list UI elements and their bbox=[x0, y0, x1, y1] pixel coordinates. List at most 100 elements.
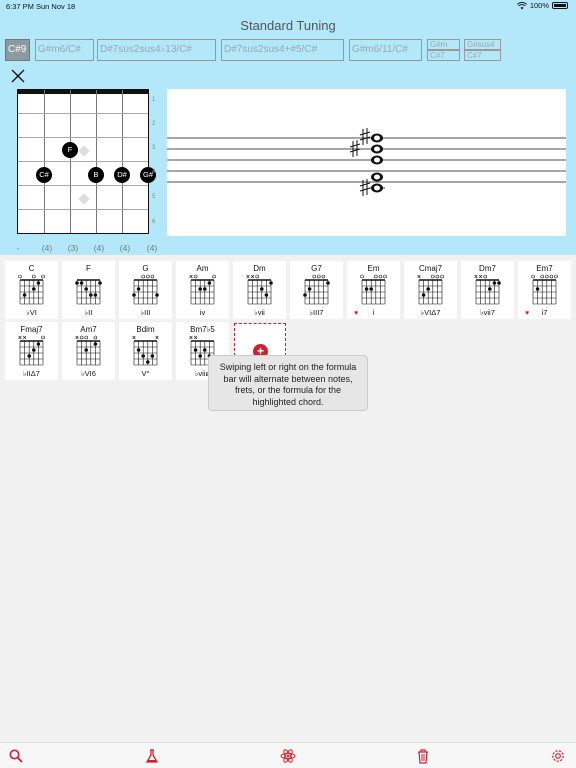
chord-name: Dm7 bbox=[479, 264, 496, 273]
fret-line bbox=[18, 185, 148, 186]
chord-diagram bbox=[189, 274, 216, 305]
chord-diagram bbox=[246, 274, 273, 305]
formula-chip-stacked-bottom[interactable]: C#7 bbox=[427, 50, 460, 61]
fret-number: 4 bbox=[152, 169, 156, 175]
chord-name: Am bbox=[196, 264, 209, 273]
string-fret-label: (3) bbox=[67, 243, 79, 253]
chord-numeral: ♭VIΔ7 bbox=[420, 308, 441, 317]
chord-name: C bbox=[28, 264, 35, 273]
chord-name: Bm7♭5 bbox=[190, 325, 215, 334]
formula-chip[interactable]: G#m6/11/C# bbox=[349, 39, 422, 61]
note-dot[interactable]: D# bbox=[114, 167, 130, 183]
battery-percent: 100% bbox=[529, 1, 549, 10]
chord-cell[interactable]: Cmaj7 ♭VIΔ7 bbox=[404, 261, 457, 319]
fret-marker bbox=[78, 145, 90, 157]
chord-numeral: ♭vii bbox=[254, 308, 265, 317]
fretboard[interactable]: F C# B D# G# bbox=[17, 89, 156, 234]
bottom-toolbar bbox=[0, 742, 576, 768]
chord-diagram bbox=[360, 274, 387, 305]
chord-cell[interactable]: G7 ♭III7 bbox=[290, 261, 343, 319]
fret-line bbox=[18, 209, 148, 210]
status-date: Sun Nov 18 bbox=[36, 2, 76, 11]
chord-name: Am7 bbox=[80, 325, 97, 334]
atom-icon[interactable] bbox=[280, 748, 296, 764]
staff-notation bbox=[167, 89, 566, 236]
fret-marker bbox=[78, 193, 90, 205]
chord-cell[interactable]: G ♭III bbox=[119, 261, 172, 319]
chord-diagram bbox=[75, 335, 101, 366]
chord-cell[interactable]: Fmaj7 ♭IIΔ7 bbox=[5, 322, 58, 380]
chord-cell[interactable]: Am iv bbox=[176, 261, 229, 319]
chord-name: F bbox=[86, 264, 91, 273]
chord-numeral: ♭VI6 bbox=[81, 369, 96, 378]
fret-line bbox=[18, 113, 148, 114]
formula-chip-stacked-top[interactable]: G#m bbox=[427, 39, 460, 50]
formula-chip[interactable]: G#m6/C# bbox=[35, 39, 94, 61]
note-dot[interactable]: C# bbox=[36, 167, 52, 183]
chord-cell[interactable]: Bdim V° bbox=[119, 322, 172, 380]
chord-name: Fmaj7 bbox=[20, 325, 43, 334]
chord-numeral: V° bbox=[141, 369, 150, 378]
chord-diagram bbox=[18, 335, 45, 366]
chord-numeral: ♭IIΔ7 bbox=[23, 369, 40, 378]
note-dot[interactable]: F bbox=[62, 142, 78, 158]
formula-chip-stacked-top[interactable]: G#sus4 bbox=[464, 39, 501, 50]
chord-name: G7 bbox=[311, 264, 322, 273]
chord-name: Dm bbox=[253, 264, 266, 273]
chord-cell[interactable]: Em ♥ i bbox=[347, 261, 400, 319]
close-icon[interactable] bbox=[10, 68, 26, 84]
note-dot[interactable]: B bbox=[88, 167, 104, 183]
fret-number: 5 bbox=[152, 194, 156, 200]
tooltip: Swiping left or right on the formula bar… bbox=[208, 355, 368, 411]
chord-diagram bbox=[474, 274, 501, 305]
battery-icon bbox=[552, 2, 568, 9]
chord-cell[interactable]: Em7 ♥ i7 bbox=[518, 261, 571, 319]
chord-diagram bbox=[132, 335, 159, 366]
chord-name: G bbox=[142, 264, 149, 273]
chord-cell[interactable]: F ♭II bbox=[62, 261, 115, 319]
chord-diagram bbox=[303, 274, 330, 305]
chord-numeral: ♭III7 bbox=[309, 308, 324, 317]
string-fret-label: - bbox=[16, 243, 20, 253]
chord-name: Em7 bbox=[536, 264, 553, 273]
formula-chip[interactable]: D#7sus2sus4+#5/C# bbox=[221, 39, 344, 61]
chord-numeral: ♭III bbox=[140, 308, 151, 317]
string-fret-label: (4) bbox=[146, 243, 158, 253]
chord-cell[interactable]: Dm7 ♭vii7 bbox=[461, 261, 514, 319]
chord-numeral: ♭vii7 bbox=[480, 308, 495, 317]
fret-number: 3 bbox=[152, 145, 156, 151]
fret-line bbox=[18, 161, 148, 162]
fret-number: 1 bbox=[152, 97, 156, 103]
chord-diagram bbox=[132, 274, 159, 305]
string-fret-label: (4) bbox=[93, 243, 105, 253]
status-bar: 6:37 PM Sun Nov 18 100% bbox=[0, 0, 576, 12]
chord-diagram bbox=[75, 279, 102, 305]
chord-numeral: iv bbox=[199, 308, 206, 317]
search-icon[interactable] bbox=[8, 748, 24, 764]
fret-number: 2 bbox=[152, 121, 156, 127]
string-fret-label: (4) bbox=[41, 243, 53, 253]
chord-diagram bbox=[18, 274, 45, 305]
fret-line bbox=[18, 137, 148, 138]
formula-chip-selected[interactable]: C#9 bbox=[5, 39, 30, 61]
chord-cell[interactable]: Dm ♭vii bbox=[233, 261, 286, 319]
chord-numeral: ♭VI bbox=[26, 308, 37, 317]
chord-numeral: ♭II bbox=[84, 308, 93, 317]
gear-icon[interactable] bbox=[550, 748, 566, 764]
chord-name: Cmaj7 bbox=[418, 264, 443, 273]
fretboard-nut bbox=[18, 90, 148, 94]
formula-chip[interactable]: D#7sus2sus4♭13/C# bbox=[97, 39, 216, 61]
chord-cell[interactable]: C ♭VI bbox=[5, 261, 58, 319]
trash-icon[interactable] bbox=[415, 748, 431, 764]
chord-diagram bbox=[531, 274, 558, 305]
chord-cell[interactable]: Am7 ♭VI6 bbox=[62, 322, 115, 380]
chord-diagram bbox=[417, 274, 444, 305]
chord-name: Bdim bbox=[136, 325, 155, 334]
fret-number: 6 bbox=[152, 219, 156, 225]
chord-name: Em bbox=[367, 264, 380, 273]
flask-icon[interactable] bbox=[144, 748, 160, 764]
formula-chip-stacked-bottom[interactable]: C#7 bbox=[464, 50, 501, 61]
status-time: 6:37 PM bbox=[6, 2, 34, 11]
page-title: Standard Tuning bbox=[240, 18, 336, 33]
chord-numeral: i7 bbox=[541, 308, 548, 317]
